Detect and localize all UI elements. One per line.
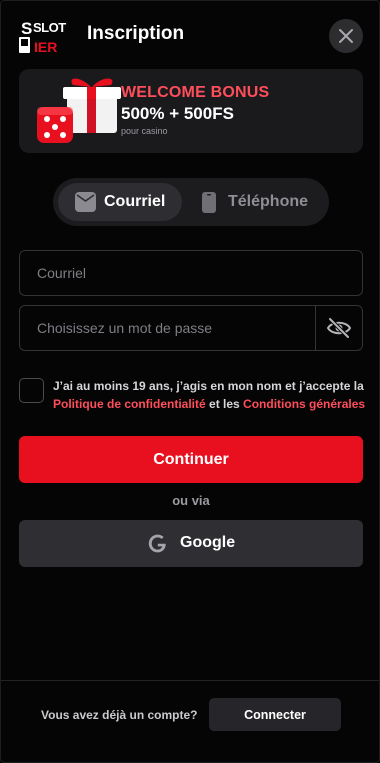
gift-dice-icon bbox=[37, 78, 121, 143]
close-icon bbox=[339, 29, 353, 43]
existing-account-prompt: Vous avez déjà un compte? bbox=[41, 708, 198, 722]
close-button[interactable] bbox=[329, 19, 363, 53]
google-icon bbox=[148, 534, 166, 553]
google-signin-button[interactable]: Google bbox=[19, 520, 363, 567]
envelope-icon bbox=[75, 192, 96, 212]
bonus-subtitle: pour casino bbox=[121, 126, 168, 136]
logo-text-top: SLOT bbox=[33, 20, 66, 35]
email-input[interactable] bbox=[20, 251, 362, 295]
password-field bbox=[19, 305, 363, 351]
eye-off-icon bbox=[326, 318, 352, 338]
footer-divider bbox=[1, 680, 379, 681]
svg-text:S: S bbox=[21, 19, 32, 38]
phone-icon bbox=[202, 192, 216, 213]
registration-method-tabs: Courriel Téléphone bbox=[53, 178, 329, 226]
logo-text-bottom: IER bbox=[34, 39, 57, 55]
google-button-label: Google bbox=[180, 534, 236, 551]
password-input[interactable] bbox=[20, 306, 316, 350]
terms-text-start: J’ai au moins 19 ans, j’agis en mon nom … bbox=[53, 379, 364, 393]
tab-email-label: Courriel bbox=[104, 193, 166, 210]
bonus-amount: 500% + 500FS bbox=[121, 104, 234, 123]
terms-checkbox[interactable] bbox=[19, 378, 44, 403]
or-divider-label: ou via bbox=[172, 493, 210, 508]
tab-email[interactable]: Courriel bbox=[58, 183, 182, 221]
email-field bbox=[19, 250, 363, 296]
slotier-logo: S SLOT IER bbox=[18, 17, 74, 55]
terms-text-middle: et les bbox=[205, 397, 244, 411]
login-button[interactable]: Connecter bbox=[209, 698, 341, 731]
page-title: Inscription bbox=[87, 23, 185, 44]
registration-modal: S SLOT IER Inscription WELCOME BONUS 500… bbox=[0, 0, 380, 763]
bonus-title: WELCOME BONUS bbox=[121, 84, 270, 101]
tab-phone-label: Téléphone bbox=[228, 193, 309, 210]
tab-phone[interactable]: Téléphone bbox=[187, 183, 325, 221]
privacy-policy-link[interactable]: Politique de confidentialité bbox=[53, 397, 206, 411]
password-visibility-toggle[interactable] bbox=[315, 306, 362, 350]
welcome-bonus-banner: WELCOME BONUS 500% + 500FS pour casino bbox=[19, 69, 363, 153]
terms-text: J’ai au moins 19 ans, j’agis en mon nom … bbox=[53, 377, 368, 413]
terms-conditions-link[interactable]: Conditions générales bbox=[243, 397, 365, 411]
modal-header: S SLOT IER Inscription bbox=[1, 1, 379, 71]
continue-button[interactable]: Continuer bbox=[19, 436, 363, 483]
